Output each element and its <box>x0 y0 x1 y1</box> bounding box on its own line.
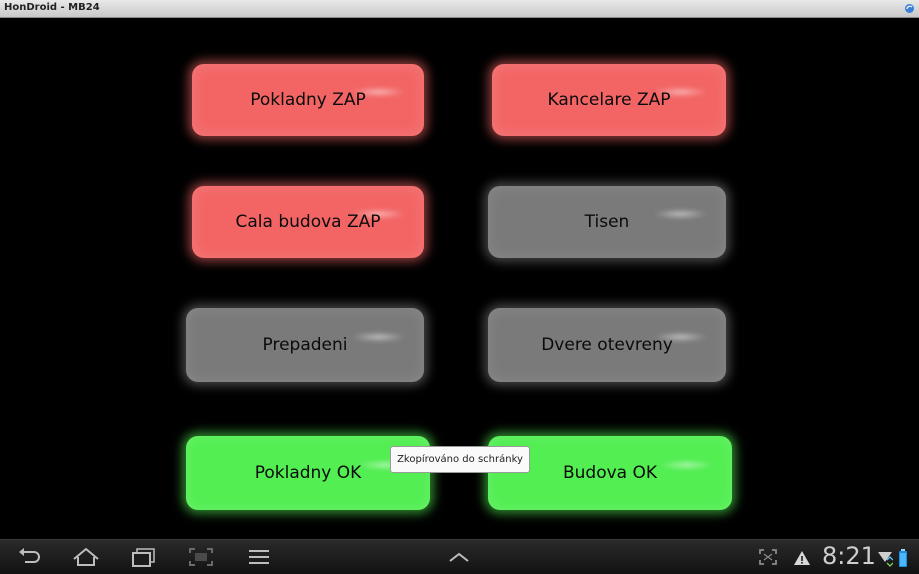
button-label: Prepadeni <box>262 335 348 355</box>
prepadeni-button[interactable]: Prepadeni <box>186 308 424 382</box>
fullscreen-icon[interactable] <box>756 546 780 568</box>
recent-apps-icon[interactable] <box>130 546 158 568</box>
back-icon[interactable] <box>15 546 43 568</box>
button-label: Kancelare ZAP <box>547 90 671 110</box>
screenshot-icon[interactable] <box>187 546 215 568</box>
clock: 8:21 <box>822 542 876 570</box>
button-label: Dvere otevreny <box>541 335 673 355</box>
dvere-otevreny-button[interactable]: Dvere otevreny <box>488 308 726 382</box>
tisen-button[interactable]: Tisen <box>488 186 726 258</box>
system-navigation-bar: 8:21 <box>0 539 919 574</box>
battery-icon <box>899 549 907 567</box>
rotate-icon <box>905 4 914 13</box>
kancelare-zap-button[interactable]: Kancelare ZAP <box>492 64 726 136</box>
title-bar: HonDroid - MB24 <box>0 0 919 18</box>
toast-message: Zkopírováno do schránky <box>390 446 530 473</box>
window-title: HonDroid - MB24 <box>4 2 100 13</box>
chevron-up-icon[interactable] <box>445 546 473 568</box>
button-label: Cala budova ZAP <box>235 212 381 232</box>
signal-icon <box>878 552 893 567</box>
cala-budova-zap-button[interactable]: Cala budova ZAP <box>192 186 424 258</box>
pokladny-zap-button[interactable]: Pokladny ZAP <box>192 64 424 136</box>
menu-icon[interactable] <box>245 546 273 568</box>
warning-icon <box>794 551 810 565</box>
button-label: Tisen <box>584 212 630 232</box>
button-label: Budova OK <box>562 463 658 483</box>
button-label: Pokladny OK <box>254 463 362 483</box>
button-label: Pokladny ZAP <box>250 90 366 110</box>
home-icon[interactable] <box>72 546 100 568</box>
